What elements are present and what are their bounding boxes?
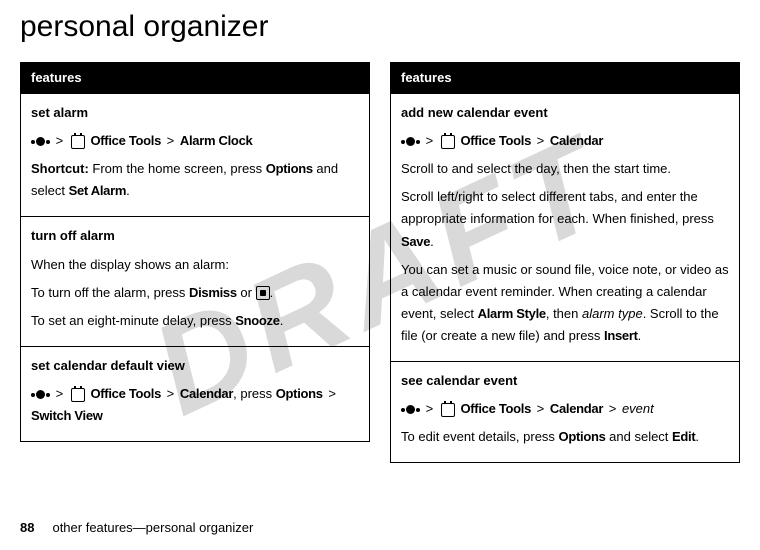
tools-icon-2 xyxy=(71,388,85,402)
nav-key-icon xyxy=(31,137,50,146)
see-event-p1b: and select xyxy=(606,429,673,444)
add-event-p3: You can set a music or sound file, voice… xyxy=(401,259,729,347)
turn-off-line1: When the display shows an alarm: xyxy=(31,254,359,276)
options-1: Options xyxy=(266,161,313,176)
left-table: features set alarm > Office Tools > Alar… xyxy=(20,62,370,442)
calendar-2: Calendar xyxy=(550,133,603,148)
nav-key-icon-2 xyxy=(31,390,50,399)
office-tools-1: Office Tools xyxy=(90,133,161,148)
calendar-3: Calendar xyxy=(550,401,603,416)
left-column: features set alarm > Office Tools > Alar… xyxy=(20,62,370,463)
alarm-type: alarm type xyxy=(582,306,643,321)
turn-off-title: turn off alarm xyxy=(31,225,359,247)
insert: Insert xyxy=(604,328,638,343)
period-5: . xyxy=(638,328,642,343)
office-tools-3: Office Tools xyxy=(460,133,531,148)
dismiss: Dismiss xyxy=(189,285,237,300)
add-event-p3b: , then xyxy=(546,306,582,321)
shortcut-line: Shortcut: From the home screen, press Op… xyxy=(31,158,359,202)
options-3: Options xyxy=(559,429,606,444)
add-event-p2a: Scroll left/right to select different ta… xyxy=(401,189,714,226)
event: event xyxy=(622,401,654,416)
gt-1: > xyxy=(56,133,64,148)
page-number: 88 xyxy=(20,520,34,535)
features-header: features xyxy=(21,63,370,94)
see-event-title: see calendar event xyxy=(401,370,729,392)
turn-off-line2a: To turn off the alarm, press xyxy=(31,285,189,300)
gt-6: > xyxy=(426,133,434,148)
office-tools-4: Office Tools xyxy=(460,401,531,416)
see-event-path: > Office Tools > Calendar > event xyxy=(401,398,729,420)
set-alarm-cell: set alarm > Office Tools > Alarm Clock S… xyxy=(21,94,370,217)
press-1: , press xyxy=(233,386,276,401)
nav-key-icon-3 xyxy=(401,137,420,146)
default-view-title: set calendar default view xyxy=(31,355,359,377)
default-view-path: > Office Tools > Calendar, press Options… xyxy=(31,383,359,427)
turn-off-cell: turn off alarm When the display shows an… xyxy=(21,217,370,346)
snooze: Snooze xyxy=(235,313,279,328)
tools-icon-4 xyxy=(441,403,455,417)
turn-off-line3: To set an eight-minute delay, press Snoo… xyxy=(31,310,359,332)
period-1: . xyxy=(126,183,130,198)
page-footer: 88 other features—personal organizer xyxy=(20,520,253,535)
nav-key-icon-4 xyxy=(401,405,420,414)
period-4: . xyxy=(430,234,434,249)
default-view-cell: set calendar default view > Office Tools… xyxy=(21,346,370,441)
gt-3: > xyxy=(56,386,64,401)
period-3: . xyxy=(280,313,284,328)
gt-5: > xyxy=(328,386,336,401)
switch-view: Switch View xyxy=(31,408,103,423)
page-content: personal organizer features set alarm > … xyxy=(0,0,760,473)
alarm-clock: Alarm Clock xyxy=(180,133,253,148)
set-alarm-title: set alarm xyxy=(31,102,359,124)
gt-10: > xyxy=(609,401,617,416)
add-event-p1: Scroll to and select the day, then the s… xyxy=(401,158,729,180)
stop-key-icon xyxy=(256,286,270,300)
period-6: . xyxy=(695,429,699,444)
columns: features set alarm > Office Tools > Alar… xyxy=(20,62,740,463)
edit: Edit xyxy=(672,429,695,444)
right-table: features add new calendar event > Office… xyxy=(390,62,740,463)
add-event-p2: Scroll left/right to select different ta… xyxy=(401,186,729,252)
office-tools-2: Office Tools xyxy=(90,386,161,401)
see-event-cell: see calendar event > Office Tools > Cale… xyxy=(391,362,740,463)
add-event-path: > Office Tools > Calendar xyxy=(401,130,729,152)
tools-icon-3 xyxy=(441,135,455,149)
turn-off-line3a: To set an eight-minute delay, press xyxy=(31,313,235,328)
period-2: . xyxy=(270,285,274,300)
calendar-1: Calendar xyxy=(180,386,233,401)
see-event-p1: To edit event details, press Options and… xyxy=(401,426,729,448)
footer-text: other features—personal organizer xyxy=(52,520,253,535)
gt-4: > xyxy=(167,386,175,401)
page-title: personal organizer xyxy=(20,10,740,44)
shortcut-label: Shortcut: xyxy=(31,161,89,176)
gt-7: > xyxy=(537,133,545,148)
add-event-cell: add new calendar event > Office Tools > … xyxy=(391,94,740,362)
set-alarm-path: > Office Tools > Alarm Clock xyxy=(31,130,359,152)
tools-icon xyxy=(71,135,85,149)
gt-2: > xyxy=(167,133,175,148)
see-event-p1a: To edit event details, press xyxy=(401,429,559,444)
gt-9: > xyxy=(537,401,545,416)
gt-8: > xyxy=(426,401,434,416)
features-header-2: features xyxy=(391,63,740,94)
save: Save xyxy=(401,234,430,249)
shortcut-text: From the home screen, press xyxy=(89,161,266,176)
alarm-style: Alarm Style xyxy=(478,306,546,321)
options-2: Options xyxy=(276,386,323,401)
set-alarm-cmd: Set Alarm xyxy=(69,183,127,198)
turn-off-line2: To turn off the alarm, press Dismiss or … xyxy=(31,282,359,304)
add-event-title: add new calendar event xyxy=(401,102,729,124)
right-column: features add new calendar event > Office… xyxy=(390,62,740,463)
or: or xyxy=(237,285,256,300)
